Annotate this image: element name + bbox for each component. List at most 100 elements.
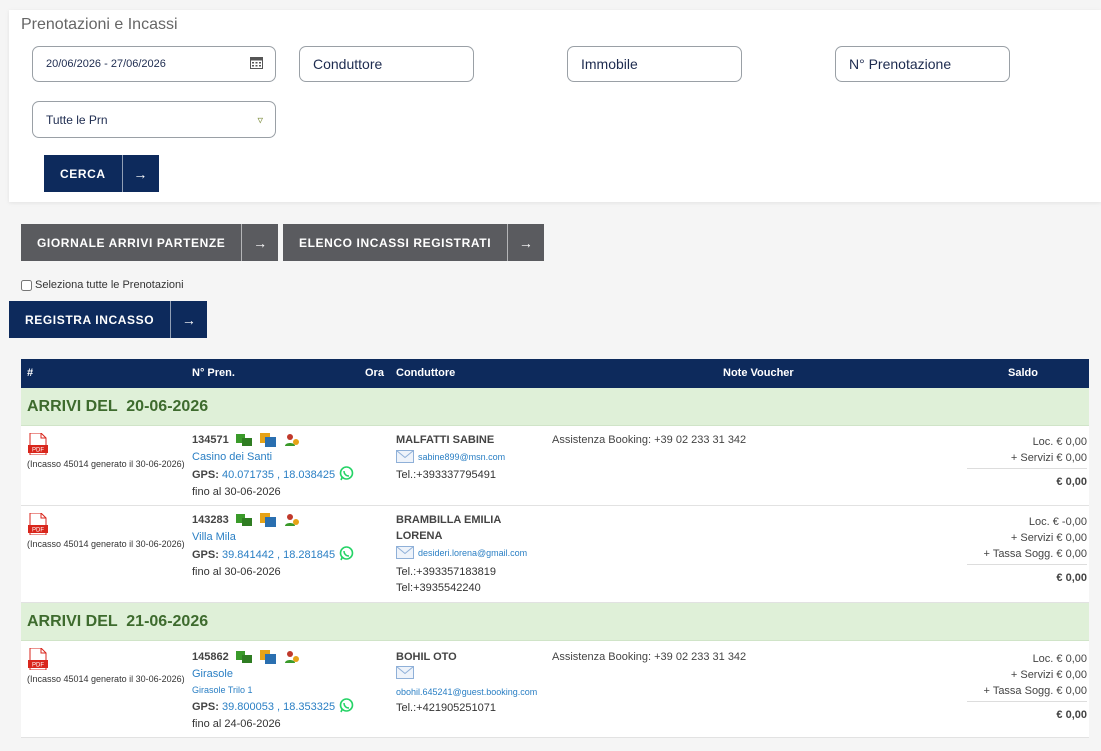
conduttore-name: BOHIL OTO [396, 651, 457, 663]
row-action-icons [236, 513, 300, 527]
pdf-icon[interactable]: PDF [28, 648, 48, 670]
arrow-right-icon: → [170, 301, 207, 338]
keys-handover-icon[interactable] [236, 433, 252, 447]
conduttore-input[interactable]: Conduttore [299, 46, 474, 82]
saldo-block: Loc. € -0,00 + Servizi € 0,00 + Tassa So… [967, 514, 1087, 586]
incasso-note: (Incasso 45014 generato il 30-06-2026) [27, 674, 185, 684]
arrow-right-icon: → [121, 155, 159, 192]
saldo-totale: € 0,00 [967, 564, 1087, 586]
nprenotazione-input[interactable]: N° Prenotazione [835, 46, 1010, 82]
gps-coordinates-link[interactable]: 39.841442 , 18.281845 [222, 549, 335, 561]
select-all-checkbox-row[interactable]: Seleziona tutte le Prenotazioni [21, 279, 184, 291]
sub-immobile-link[interactable]: Girasole Trilo 1 [192, 685, 253, 695]
conduttore-name-cont: LORENA [396, 530, 443, 542]
whatsapp-icon[interactable] [339, 698, 354, 713]
keys-handover-icon[interactable] [236, 513, 252, 527]
select-all-checkbox[interactable] [21, 279, 32, 291]
giornale-label: GIORNALE ARRIVI PARTENZE [37, 235, 226, 250]
date-range-input[interactable]: 20/06/2026 - 27/06/2026 [32, 46, 276, 82]
gps-label: GPS: [192, 549, 219, 561]
prenotazione-number[interactable]: 143283 [192, 514, 229, 526]
calendar-icon[interactable] [250, 56, 263, 72]
cerca-button[interactable]: CERCA → [44, 155, 159, 192]
telefono: Tel.:+393337795491 [396, 469, 497, 481]
arrow-right-icon: → [241, 224, 278, 261]
conduttore-name: BRAMBILLA EMILIA [396, 514, 502, 526]
whatsapp-icon[interactable] [339, 546, 354, 561]
gps-label: GPS: [192, 469, 219, 481]
telefono: Tel.:+421905251071 [396, 702, 497, 714]
whatsapp-icon[interactable] [339, 466, 354, 481]
immobile-link[interactable]: Girasole [192, 668, 233, 680]
saldo-totale: € 0,00 [967, 701, 1087, 723]
table-row[interactable]: PDF (Incasso 45014 generato il 30-06-202… [21, 641, 1089, 738]
saldo-totale: € 0,00 [967, 468, 1087, 490]
telefono-2: Tel:+3935542240 [396, 582, 481, 594]
arrow-right-icon: → [507, 224, 544, 261]
saldo-loc: Loc. € 0,00 [1032, 653, 1087, 665]
registra-label: REGISTRA INCASSO [25, 312, 155, 327]
envelope-icon [396, 450, 414, 463]
documents-icon[interactable] [260, 513, 276, 527]
fino-al-date: fino al 30-06-2026 [192, 566, 281, 578]
immobile-link[interactable]: Villa Mila [192, 531, 236, 543]
note-voucher: Assistenza Booking: +39 02 233 31 342 [552, 434, 747, 446]
col-note-voucher: Note Voucher [723, 367, 794, 379]
table-row[interactable]: PDF (Incasso 45014 generato il 30-06-202… [21, 426, 1089, 506]
date-range-value: 20/06/2026 - 27/06/2026 [46, 58, 166, 70]
filter-selected-value: Tutte le Prn [46, 112, 108, 127]
saldo-tassa: + Tassa Sogg. € 0,00 [983, 548, 1087, 560]
immobile-input[interactable]: Immobile [567, 46, 742, 82]
guests-money-icon[interactable] [284, 650, 300, 664]
guests-money-icon[interactable] [284, 513, 300, 527]
prenotazione-number[interactable]: 134571 [192, 434, 229, 446]
incasso-note: (Incasso 45014 generato il 30-06-2026) [27, 539, 185, 549]
table-row[interactable]: PDF (Incasso 45014 generato il 30-06-202… [21, 506, 1089, 603]
saldo-tassa: + Tassa Sogg. € 0,00 [983, 685, 1087, 697]
elenco-label: ELENCO INCASSI REGISTRATI [299, 235, 492, 250]
select-all-label: Seleziona tutte le Prenotazioni [35, 279, 184, 291]
documents-icon[interactable] [260, 650, 276, 664]
saldo-loc: Loc. € -0,00 [1028, 516, 1087, 528]
saldo-servizi: + Servizi € 0,00 [1010, 452, 1087, 464]
col-npren: N° Pren. [192, 367, 235, 379]
pdf-icon[interactable]: PDF [28, 513, 48, 535]
incasso-note: (Incasso 45014 generato il 30-06-2026) [27, 459, 185, 469]
prenotazioni-table: # N° Pren. Ora Conduttore Note Voucher S… [21, 359, 1089, 738]
prenotazioni-filter-select[interactable]: Tutte le Prn ▿ [32, 101, 276, 138]
pdf-icon-label: PDF [32, 448, 44, 454]
guests-money-icon[interactable] [284, 433, 300, 447]
prenotazione-number[interactable]: 145862 [192, 651, 229, 663]
conduttore-name: MALFATTI SABINE [396, 434, 495, 446]
col-num: # [27, 367, 34, 379]
saldo-block: Loc. € 0,00 + Servizi € 0,00 + Tassa Sog… [967, 651, 1087, 723]
email-address[interactable]: obohil.645241@guest.booking.com [396, 687, 537, 697]
page-title: Prenotazioni e Incassi [21, 16, 178, 33]
envelope-icon [396, 546, 414, 559]
email-address: sabine899@msn.com [418, 451, 506, 462]
immobile-link[interactable]: Casino dei Santi [192, 451, 272, 463]
table-header: # N° Pren. Ora Conduttore Note Voucher S… [21, 359, 1089, 388]
registra-incasso-button[interactable]: REGISTRA INCASSO → [9, 301, 208, 338]
documents-icon[interactable] [260, 433, 276, 447]
search-panel: Prenotazioni e Incassi 20/06/2026 - 27/0… [9, 10, 1101, 202]
pdf-icon-label: PDF [32, 663, 44, 669]
giornale-arrivi-partenze-button[interactable]: GIORNALE ARRIVI PARTENZE → [21, 224, 279, 261]
fino-al-date: fino al 30-06-2026 [192, 486, 281, 498]
elenco-incassi-button[interactable]: ELENCO INCASSI REGISTRATI → [283, 224, 545, 261]
gps-coordinates-link[interactable]: 39.800053 , 18.353325 [222, 701, 335, 713]
telefono: Tel.:+393357183819 [396, 566, 497, 578]
immobile-placeholder: Immobile [581, 56, 638, 72]
saldo-loc: Loc. € 0,00 [1032, 436, 1087, 448]
row-action-icons [236, 433, 300, 447]
envelope-icon[interactable] [396, 666, 414, 679]
keys-handover-icon[interactable] [236, 650, 252, 664]
gps-label: GPS: [192, 701, 219, 713]
triangle-down-icon: ▿ [257, 114, 263, 126]
pdf-icon[interactable]: PDF [28, 433, 48, 455]
email-link[interactable]: desideri.lorena@gmail.com [396, 546, 527, 559]
group-header: ARRIVI DEL 21-06-2026 [21, 603, 1089, 641]
saldo-servizi: + Servizi € 0,00 [1010, 532, 1087, 544]
gps-coordinates-link[interactable]: 40.071735 , 18.038425 [222, 469, 335, 481]
email-link[interactable]: sabine899@msn.com [396, 450, 505, 463]
